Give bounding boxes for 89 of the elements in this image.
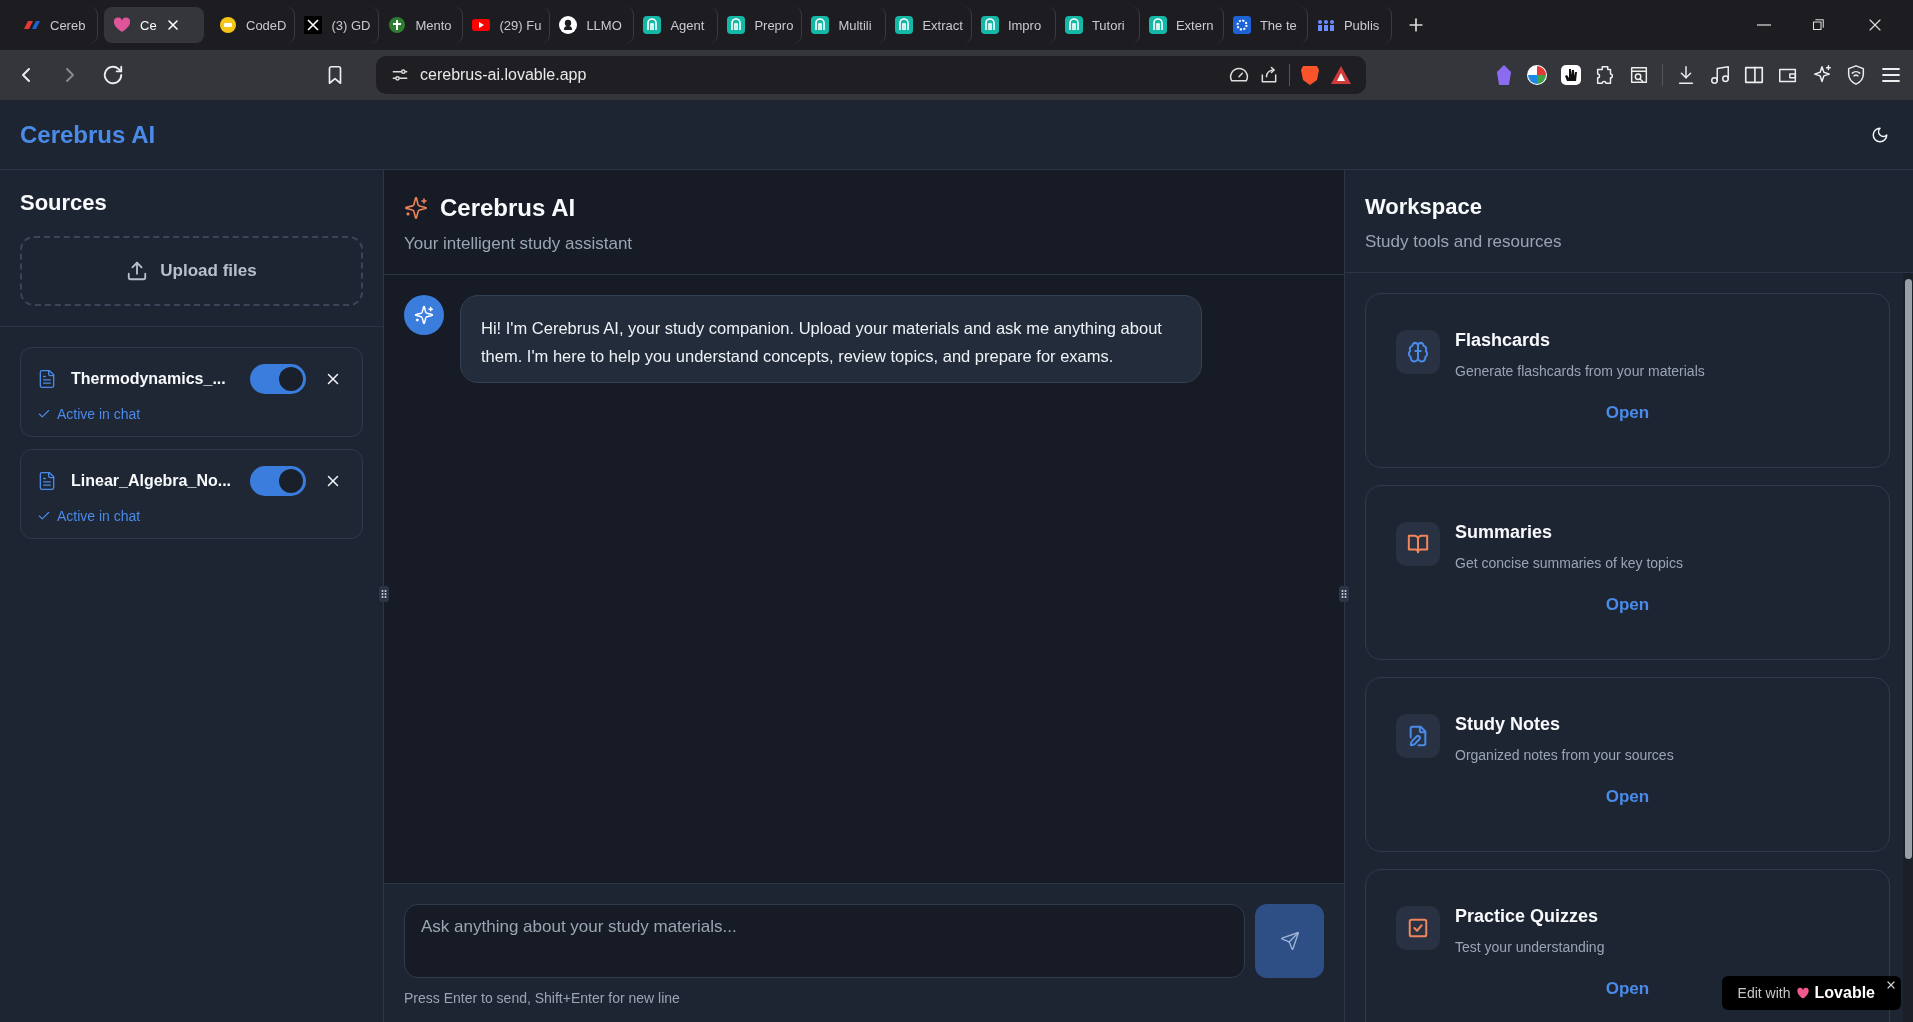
panel-subtitle: Study tools and resources	[1365, 232, 1563, 252]
scrollbar[interactable]	[1903, 273, 1913, 1022]
puzzle-icon[interactable]	[1594, 64, 1616, 86]
input-hint: Press Enter to send, Shift+Enter for new line	[404, 990, 681, 1006]
upload-button[interactable]: Upload files	[20, 236, 363, 306]
open-link[interactable]: Open	[1595, 591, 1660, 619]
status-text: Active in chat	[57, 406, 141, 422]
file-name: Thermodynamics_...	[71, 370, 227, 388]
document-icon	[37, 369, 57, 389]
open-link[interactable]: Open	[1595, 399, 1660, 427]
browser-tab[interactable]: (3) GD	[295, 7, 380, 43]
app-logo-text: Cerebrus AI	[20, 120, 156, 149]
cross-icon	[387, 15, 408, 35]
arch-icon	[894, 15, 915, 35]
open-link[interactable]: Open	[1595, 975, 1660, 1003]
chat-title: Cerebrus AI	[440, 194, 576, 222]
triangle-icon[interactable]	[1330, 65, 1352, 85]
gauge-icon[interactable]	[1229, 65, 1249, 85]
sidebar-icon[interactable]	[1743, 64, 1765, 86]
tool-description: Generate flashcards from your materials	[1455, 363, 1705, 379]
arch-icon	[1063, 15, 1084, 35]
chat-message: Hi! I'm Cerebrus AI, your study companion. Upload your materials and ask me anything about them. I'm here to help you understand concepts, review topics, and prepare for exams.	[460, 295, 1202, 383]
status-text: Active in chat	[57, 508, 141, 524]
gem-icon[interactable]	[1494, 64, 1514, 86]
badge-text: Edit with	[1737, 985, 1791, 1001]
send-button[interactable]	[1255, 904, 1324, 978]
send-icon	[1279, 931, 1300, 951]
tool-description: Get concise summaries of key topics	[1455, 555, 1683, 571]
browser-tab[interactable]: CodeD	[210, 7, 296, 43]
sparkles-icon	[414, 305, 434, 325]
file-name: Linear_Algebra_No...	[71, 472, 233, 490]
arch-icon	[1147, 15, 1168, 35]
browser-tab[interactable]: Prepro	[718, 7, 803, 43]
browser-tab[interactable]: Ce	[104, 7, 204, 43]
browser-tab[interactable]: LLMO	[550, 7, 635, 43]
badge-brand: Lovable	[1814, 984, 1875, 1002]
browser-tab[interactable]: Extract	[886, 7, 972, 43]
shield-icon[interactable]	[1845, 64, 1867, 86]
browser-tab[interactable]: (29) Fu	[463, 7, 551, 43]
browser-tab[interactable]: Publis	[1307, 7, 1392, 43]
reader-icon[interactable]	[1628, 64, 1650, 86]
arch-icon	[810, 15, 831, 35]
heart-icon	[1795, 986, 1810, 1000]
panel-title: Sources	[20, 190, 108, 216]
arch-icon	[979, 15, 1000, 35]
tool-title: Flashcards	[1455, 330, 1552, 351]
panel-title: Workspace	[1365, 194, 1483, 220]
browser-tab[interactable]: Agent	[634, 7, 719, 43]
browser-tab[interactable]: Mento	[379, 7, 464, 43]
browser-tab[interactable]: Extern	[1139, 7, 1224, 43]
resize-handle[interactable]	[379, 586, 389, 602]
music-icon[interactable]	[1709, 64, 1731, 86]
browser-tab[interactable]: Impro	[971, 7, 1056, 43]
upload-icon	[126, 260, 149, 282]
chat-subtitle: Your intelligent study assistant	[404, 234, 634, 254]
tool-description: Test your understanding	[1455, 939, 1605, 955]
browser-tab[interactable]: Multili	[802, 7, 887, 43]
sparkles-icon	[404, 196, 428, 220]
circle-icon	[218, 15, 238, 35]
close-icon	[1885, 979, 1897, 991]
heart-icon	[112, 15, 132, 35]
color-wheel-icon[interactable]	[1526, 64, 1548, 86]
tool-title: Study Notes	[1455, 714, 1561, 735]
close-button[interactable]	[1885, 979, 1897, 991]
tool-description: Organized notes from your sources	[1455, 747, 1674, 763]
arch-icon	[642, 15, 663, 35]
tool-title: Summaries	[1455, 522, 1554, 543]
document-icon	[37, 471, 57, 491]
lion-shield-icon[interactable]	[1300, 64, 1320, 86]
edit-badge[interactable]: Edit with Lovable	[1721, 976, 1901, 1010]
browser-tab[interactable]: The te	[1223, 7, 1308, 43]
share-icon[interactable]	[1259, 65, 1279, 85]
check-icon	[37, 509, 51, 523]
minimize-icon	[1757, 24, 1771, 26]
open-link[interactable]: Open	[1595, 783, 1660, 811]
resize-handle[interactable]	[1339, 586, 1349, 602]
hand-icon[interactable]	[1560, 64, 1582, 86]
message-input[interactable]: Ask anything about your study materials...	[404, 904, 1245, 978]
toggle-switch[interactable]	[250, 364, 306, 394]
gear-icon	[1231, 15, 1252, 35]
browser-tab[interactable]: Cereb	[14, 7, 98, 43]
check-icon	[37, 407, 51, 421]
tool-title: Practice Quizzes	[1455, 906, 1600, 927]
x-logo-icon	[303, 15, 324, 35]
moon-icon	[1871, 125, 1889, 144]
reload-icon	[102, 64, 124, 86]
toggle-switch[interactable]	[250, 466, 306, 496]
arch-icon	[726, 15, 747, 35]
browser-tab[interactable]: Tutori	[1055, 7, 1140, 43]
